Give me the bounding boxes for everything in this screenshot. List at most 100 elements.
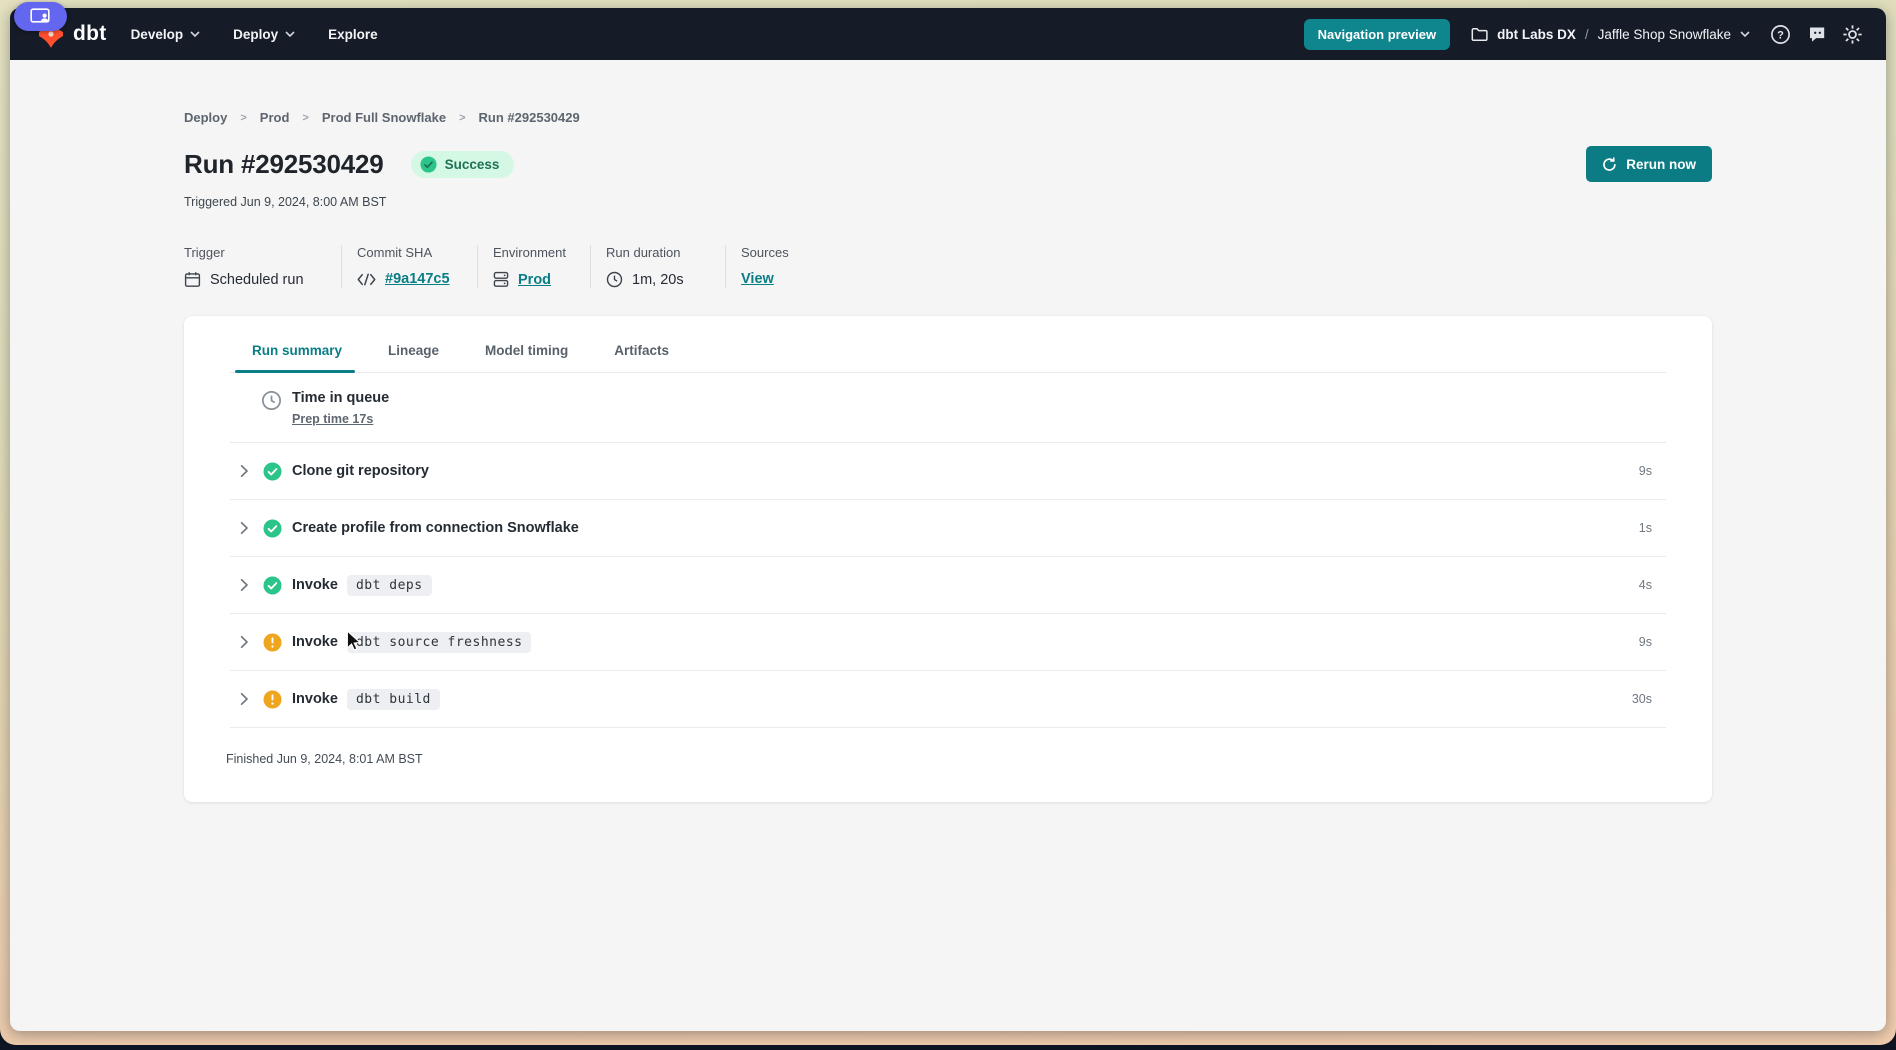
- meta-value: Scheduled run: [184, 271, 315, 288]
- step-duration: 9s: [1639, 464, 1652, 478]
- step-duration: 9s: [1639, 635, 1652, 649]
- success-check-icon: [263, 576, 282, 595]
- meta-link-view[interactable]: View: [741, 271, 774, 287]
- step-row-create-profile-from-connection-snowflake: Create profile from connection Snowflake…: [230, 500, 1666, 557]
- step-duration: 30s: [1632, 692, 1652, 706]
- finished-timestamp: Finished Jun 9, 2024, 8:01 AM BST: [184, 728, 1712, 802]
- meta-trigger: Trigger Scheduled run: [184, 245, 342, 288]
- main-content: Deploy > Prod > Prod Full Snowflake > Run #292…: [10, 60, 1886, 802]
- time-in-queue-title: Time in queue: [292, 390, 389, 406]
- monitor-user-icon: [30, 8, 52, 25]
- expand-chevron-icon[interactable]: [240, 464, 254, 478]
- refresh-icon: [1602, 157, 1617, 172]
- top-navbar: dbt Develop Deploy Explore Navigation pr…: [10, 8, 1886, 60]
- nav-menu-explore[interactable]: Explore: [328, 27, 378, 42]
- breadcrumb: Deploy > Prod > Prod Full Snowflake > Run #292…: [184, 110, 1712, 125]
- warning-icon: [263, 633, 282, 652]
- meta-label: Run duration: [606, 245, 699, 260]
- warning-icon: [263, 690, 282, 709]
- rerun-now-label: Rerun now: [1626, 157, 1696, 172]
- status-badge-label: Success: [445, 157, 500, 172]
- expand-chevron-icon[interactable]: [240, 521, 254, 535]
- chevron-down-icon: [1740, 31, 1750, 37]
- feedback-icon: [1807, 24, 1827, 44]
- meta-environment: Environment Prod: [478, 245, 591, 288]
- run-summary-card: Run summaryLineageModel timingArtifacts …: [184, 316, 1712, 802]
- breadcrumb-separator-icon: >: [240, 112, 246, 124]
- meta-run-duration: Run duration 1m, 20s: [591, 245, 726, 288]
- account-name: dbt Labs DX: [1497, 27, 1576, 42]
- time-in-queue-row: Time in queue Prep time 17s: [230, 373, 1666, 443]
- meta-link-9a147c5[interactable]: #9a147c5: [385, 271, 450, 287]
- settings-button[interactable]: [1839, 21, 1866, 48]
- meta-text: 1m, 20s: [632, 272, 684, 288]
- meta-text: Scheduled run: [210, 272, 304, 288]
- expand-chevron-icon[interactable]: [240, 578, 254, 592]
- breadcrumb-separator-icon: >: [302, 112, 308, 124]
- chevron-down-icon: [285, 31, 295, 37]
- breadcrumb-item-deploy[interactable]: Deploy: [184, 110, 227, 125]
- step-row-invoke-dbt-deps: Invoke dbt deps 4s: [230, 557, 1666, 614]
- step-duration: 4s: [1639, 578, 1652, 592]
- project-selector[interactable]: dbt Labs DX / Jaffle Shop Snowflake: [1471, 27, 1750, 42]
- success-check-icon: [263, 462, 282, 481]
- meta-label: Commit SHA: [357, 245, 451, 260]
- feedback-button[interactable]: [1803, 21, 1830, 48]
- rerun-now-button[interactable]: Rerun now: [1586, 146, 1712, 182]
- meta-value: View: [741, 271, 789, 287]
- navigation-preview-button[interactable]: Navigation preview: [1304, 19, 1450, 50]
- steps-container: Clone git repository 9s Create profile f…: [230, 443, 1666, 728]
- stopwatch-icon: [261, 390, 282, 411]
- step-row-invoke-dbt-source-freshness: Invoke dbt source freshness 9s: [230, 614, 1666, 671]
- nav-menu-develop[interactable]: Develop: [131, 27, 201, 42]
- meta-value: 1m, 20s: [606, 271, 699, 288]
- command-chip: dbt build: [347, 689, 440, 710]
- screenshot-stage: dbt Develop Deploy Explore Navigation pr…: [0, 0, 1896, 1050]
- step-label: Create profile from connection Snowflake: [292, 520, 579, 536]
- step-row-invoke-dbt-build: Invoke dbt build 30s: [230, 671, 1666, 728]
- breadcrumb-item-prod-full-snowflake[interactable]: Prod Full Snowflake: [322, 110, 446, 125]
- tab-artifacts[interactable]: Artifacts: [614, 343, 669, 372]
- triggered-timestamp: Triggered Jun 9, 2024, 8:00 AM BST: [184, 195, 1712, 209]
- breadcrumb-item-run-292530429[interactable]: Run #292530429: [479, 110, 580, 125]
- meta-label: Trigger: [184, 245, 315, 260]
- code-icon: [357, 273, 376, 286]
- status-badge: Success: [411, 151, 515, 178]
- settings-gear-icon: [1842, 24, 1863, 45]
- meta-link-prod[interactable]: Prod: [518, 272, 551, 288]
- step-label: Invoke dbt deps: [292, 575, 432, 596]
- svg-text:?: ?: [1777, 29, 1784, 41]
- prep-time-link[interactable]: Prep time 17s: [292, 412, 373, 426]
- folder-icon: [1471, 27, 1488, 42]
- meta-sources: Sources View: [726, 245, 815, 288]
- navbar-right: Navigation preview dbt Labs DX / Jaffle …: [1304, 19, 1866, 50]
- breadcrumb-item-prod[interactable]: Prod: [260, 110, 290, 125]
- success-check-icon: [420, 156, 437, 173]
- environment-icon: [493, 271, 509, 288]
- chevron-down-icon: [190, 31, 200, 37]
- meta-commit-sha: Commit SHA #9a147c5: [342, 245, 478, 288]
- tab-model-timing[interactable]: Model timing: [485, 343, 568, 372]
- expand-chevron-icon[interactable]: [240, 692, 254, 706]
- meta-value: #9a147c5: [357, 271, 451, 287]
- time-in-queue-text: Time in queue Prep time 17s: [292, 390, 389, 428]
- meta-label: Sources: [741, 245, 789, 260]
- meta-value: Prod: [493, 271, 564, 288]
- tab-bar: Run summary Lineage Model timing Artifacts: [230, 316, 1666, 373]
- tab-run-summary[interactable]: Run summary: [252, 343, 342, 372]
- screen-share-badge[interactable]: [14, 2, 67, 31]
- calendar-icon: [184, 271, 201, 288]
- breadcrumb-separator-icon: >: [459, 112, 465, 124]
- step-label: Invoke dbt source freshness: [292, 632, 531, 653]
- success-check-icon: [263, 519, 282, 538]
- tab-lineage[interactable]: Lineage: [388, 343, 439, 372]
- dbt-logo-text: dbt: [73, 22, 107, 46]
- nav-menu-deploy[interactable]: Deploy: [233, 27, 295, 42]
- path-separator: /: [1585, 27, 1589, 42]
- command-chip: dbt source freshness: [347, 632, 532, 653]
- expand-chevron-icon[interactable]: [240, 635, 254, 649]
- project-name: Jaffle Shop Snowflake: [1598, 27, 1731, 42]
- help-button[interactable]: ?: [1767, 21, 1794, 48]
- step-label: Clone git repository: [292, 463, 429, 479]
- step-duration: 1s: [1639, 521, 1652, 535]
